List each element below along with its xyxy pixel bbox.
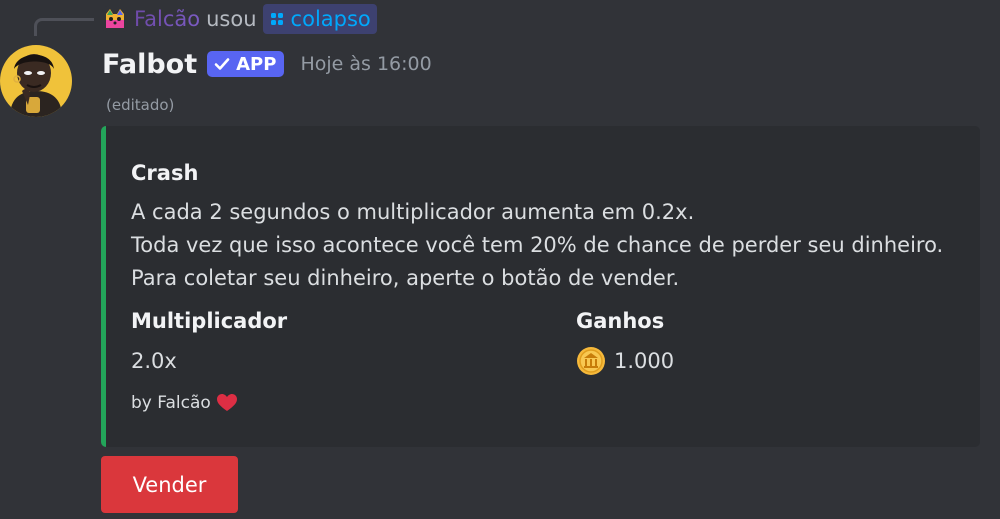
embed-field-multiplier: Multiplicador 2.0x [131, 309, 287, 378]
field-value: 1.000 [576, 344, 674, 378]
multiplier-value: 2.0x [131, 349, 177, 373]
embed-footer: by Falcão [131, 393, 237, 413]
earnings-value: 1.000 [614, 349, 675, 373]
embed-description-line: A cada 2 segundos o multiplicador aument… [131, 200, 695, 224]
embed-footer-text: by Falcão [131, 393, 211, 413]
command-name: colapso [290, 7, 371, 31]
message-header: Falbot APP Hoje às 16:00 [102, 44, 432, 84]
message-container: Falcão usou colapso Falbot APP Hoje às 1… [0, 0, 1000, 519]
field-name: Multiplicador [131, 309, 288, 333]
field-name: Ganhos [576, 309, 665, 333]
field-value: 2.0x [131, 344, 287, 378]
embed-card: Crash A cada 2 segundos o multiplicador … [101, 126, 980, 447]
heart-icon [216, 394, 237, 411]
command-mention[interactable]: colapso [262, 4, 377, 34]
app-badge-label: APP [236, 53, 277, 75]
sell-button[interactable]: Vender [101, 456, 238, 513]
verified-check-icon [214, 58, 230, 70]
reply-action-text: usou [206, 7, 257, 31]
user-mini-avatar-icon[interactable] [102, 6, 128, 32]
avatar-image [0, 45, 72, 117]
message-timestamp[interactable]: Hoje às 16:00 [300, 53, 431, 75]
embed-description-line: Toda vez que isso acontece você tem 20% … [131, 233, 944, 257]
reply-spine [34, 18, 94, 36]
edited-indicator: (editado) [106, 96, 175, 114]
slash-command-icon [270, 13, 283, 25]
command-reply-bar[interactable]: Falcão usou colapso [102, 4, 377, 34]
embed-description-line: Para coletar seu dinheiro, aperte o botã… [131, 266, 680, 290]
reply-username[interactable]: Falcão [134, 7, 200, 31]
embed-field-earnings: Ganhos 1.000 [576, 309, 674, 378]
coin-icon [577, 347, 605, 375]
author-username[interactable]: Falbot [102, 49, 197, 80]
app-badge: APP [207, 51, 285, 77]
embed-description: A cada 2 segundos o multiplicador aument… [131, 196, 943, 295]
embed-title: Crash [131, 161, 199, 185]
author-avatar[interactable] [0, 45, 72, 117]
